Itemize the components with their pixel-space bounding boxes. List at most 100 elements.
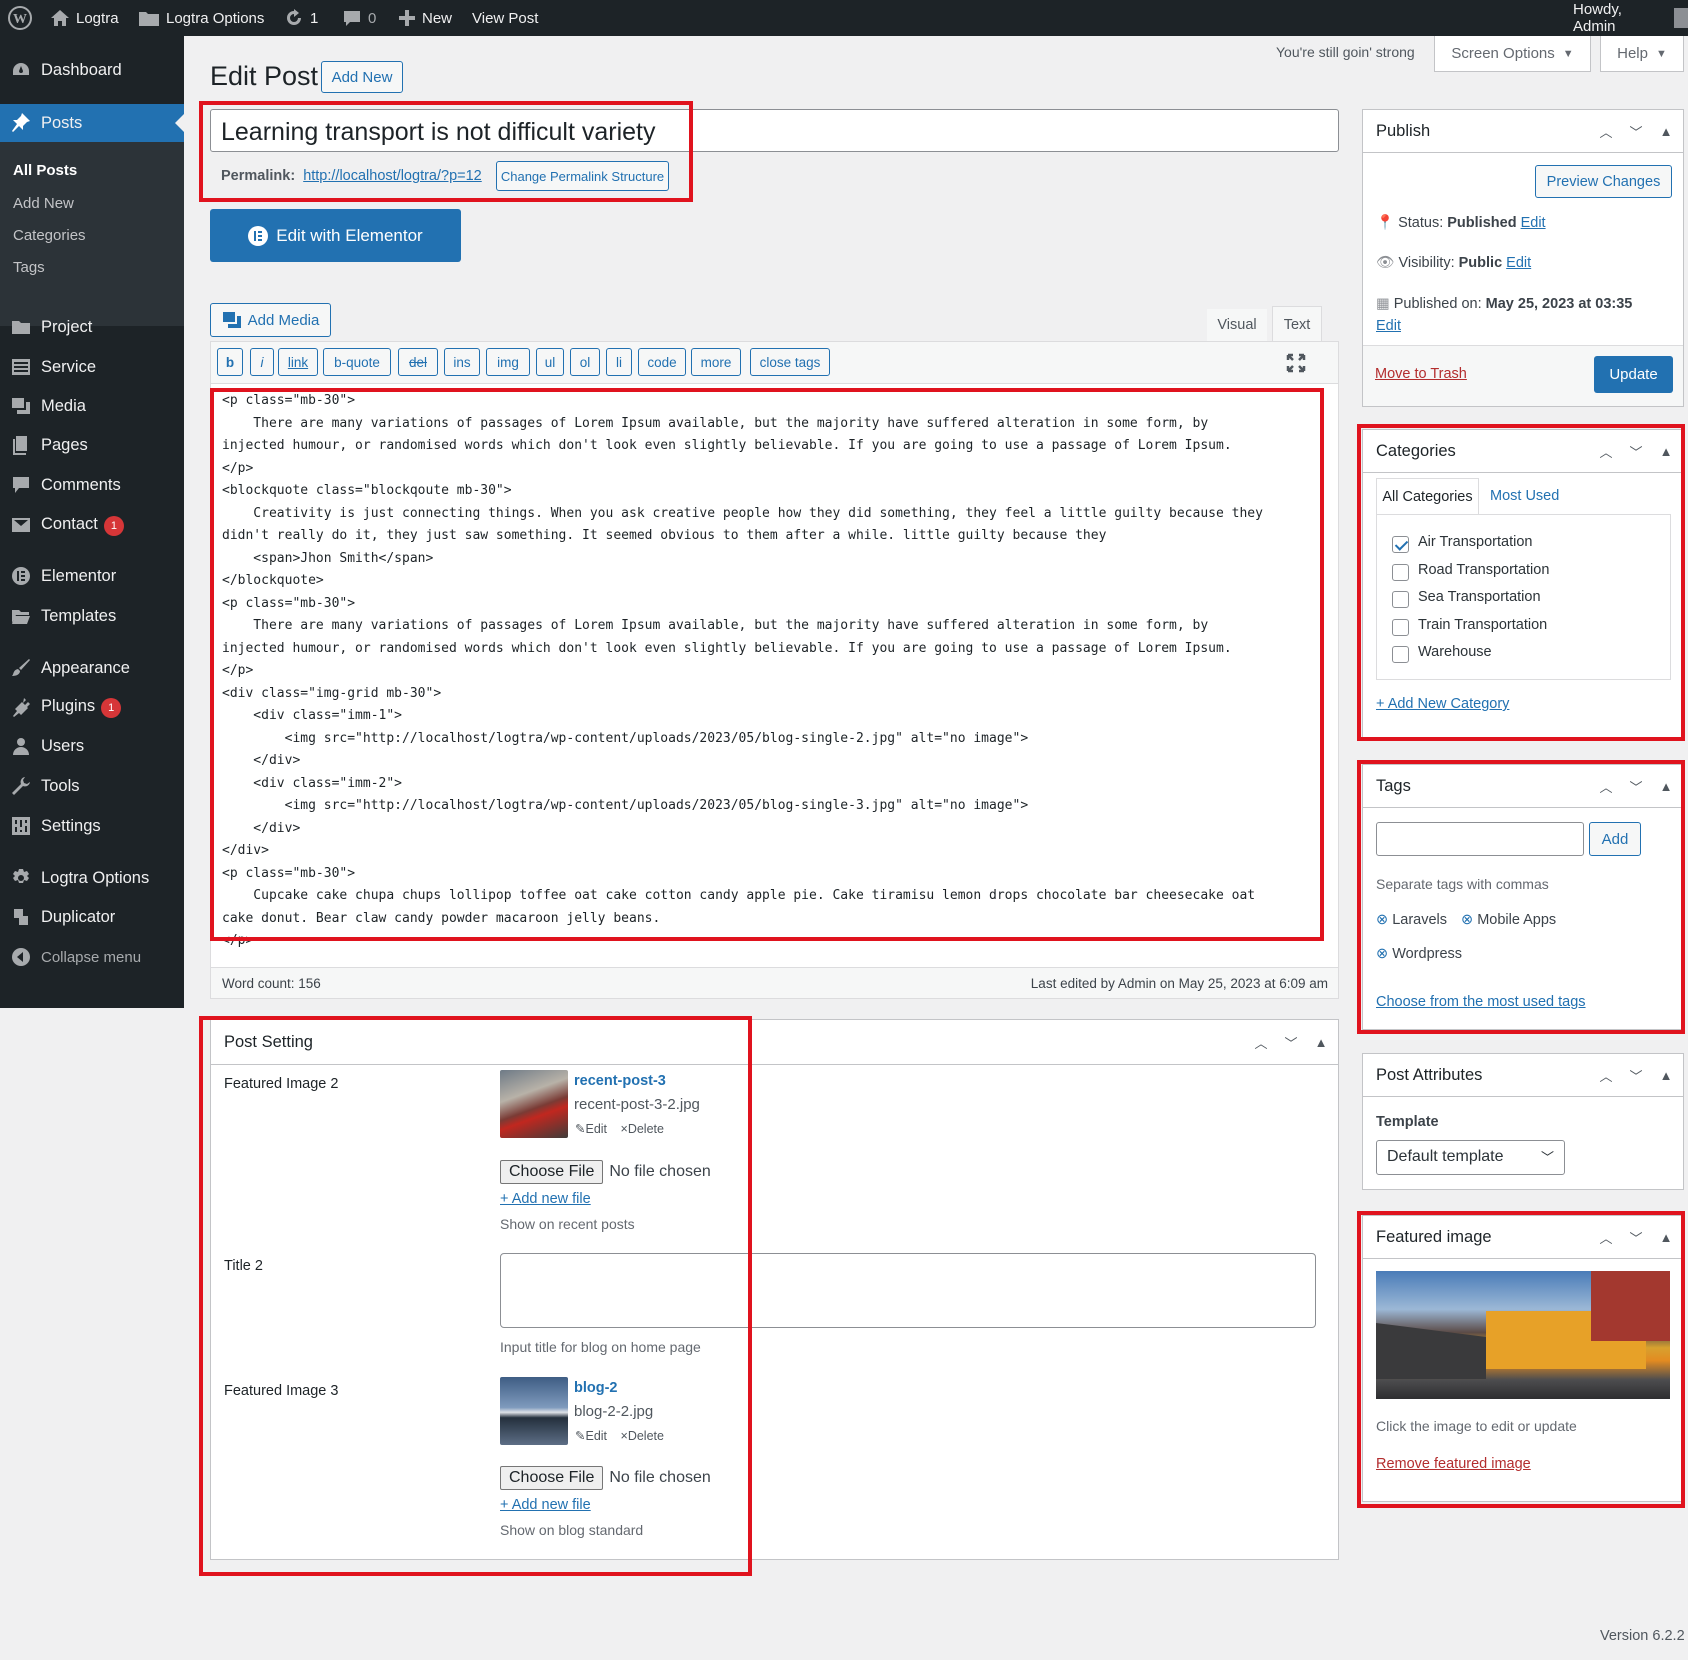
menu-pages[interactable]: Pages — [0, 427, 184, 463]
comment-icon — [13, 477, 29, 493]
menu-project[interactable]: Project — [0, 309, 184, 345]
menu-plugins[interactable]: Plugins 1 — [0, 689, 184, 725]
menu-label: Logtra Options — [41, 868, 150, 887]
calendar-icon: ▦ — [1376, 296, 1390, 312]
site-name-link[interactable]: Logtra — [50, 0, 119, 36]
fullscreen-icon[interactable] — [1285, 352, 1307, 374]
envelope-icon — [12, 518, 30, 532]
logtra-options-link[interactable]: Logtra Options — [138, 0, 264, 36]
submenu-categories[interactable]: Categories — [13, 227, 86, 244]
menu-tools[interactable]: Tools — [0, 768, 184, 804]
edit-with-elementor-button[interactable]: Edit with Elementor — [210, 209, 461, 262]
visibility-row: 👁 Visibility: Public Edit — [1376, 254, 1531, 271]
template-select[interactable]: Default template ﹀ — [1376, 1140, 1565, 1175]
toggle-panel-icon[interactable]: ▲ — [1657, 124, 1675, 139]
logtra-options-label: Logtra Options — [166, 9, 265, 27]
highlight-box — [210, 388, 1324, 941]
comments-link[interactable]: 0 — [342, 0, 376, 36]
tab-text[interactable]: Text — [1272, 306, 1322, 342]
preview-changes-button[interactable]: Preview Changes — [1535, 165, 1672, 198]
updates-link[interactable]: 1 — [284, 0, 318, 36]
menu-label: Comments — [41, 475, 121, 494]
menu-comments[interactable]: Comments — [0, 467, 184, 503]
menu-label: Settings — [41, 816, 101, 835]
menu-dashboard[interactable]: Dashboard — [0, 52, 184, 88]
list-icon — [12, 359, 30, 375]
page-title: Edit Post — [210, 61, 319, 91]
menu-users[interactable]: Users — [0, 728, 184, 764]
submenu-tags[interactable]: Tags — [13, 259, 45, 276]
updates-count: 1 — [310, 9, 319, 27]
add-media-label: Add Media — [247, 311, 320, 329]
menu-logtra-options[interactable]: Logtra Options — [0, 860, 184, 896]
settings-sliders-icon — [12, 817, 30, 835]
menu-service[interactable]: Service — [0, 349, 184, 385]
screen-options-button[interactable]: Screen Options ▼ — [1434, 36, 1591, 72]
wordpress-logo-icon[interactable]: W — [8, 0, 32, 36]
current-menu-arrow — [175, 114, 184, 132]
highlight-box — [199, 1016, 752, 1576]
move-down-icon[interactable]: ﹀ — [1627, 122, 1645, 141]
elementor-button-label: Edit with Elementor — [276, 225, 423, 245]
menu-posts[interactable]: Posts — [0, 104, 184, 142]
submenu-all-posts[interactable]: All Posts — [13, 162, 77, 179]
edit-status-link[interactable]: Edit — [1521, 215, 1546, 231]
menu-templates[interactable]: Templates — [0, 598, 184, 634]
eye-icon: 👁 — [1376, 255, 1395, 271]
contact-count-badge: 1 — [103, 515, 124, 536]
view-post-link[interactable]: View Post — [472, 0, 538, 36]
toggle-panel-icon[interactable]: ▲ — [1657, 1068, 1675, 1083]
post-attributes-header: Post Attributes ︿ ﹀ ▲ — [1363, 1054, 1683, 1097]
menu-settings[interactable]: Settings — [0, 808, 184, 844]
svg-text:W: W — [13, 12, 27, 27]
submenu-add-new[interactable]: Add New — [13, 195, 74, 212]
menu-contact[interactable]: Contact 1 — [0, 507, 184, 543]
elementor-icon — [248, 225, 269, 246]
version-text: Version 6.2.2 — [1600, 1628, 1685, 1644]
menu-elementor[interactable]: Elementor — [0, 558, 184, 594]
move-down-icon[interactable]: ﹀ — [1627, 1066, 1645, 1085]
quicktag-ol-button[interactable]: ol — [570, 348, 600, 376]
publish-title: Publish — [1376, 121, 1431, 140]
add-media-button[interactable]: Add Media — [210, 303, 331, 337]
edit-visibility-link[interactable]: Edit — [1506, 255, 1531, 271]
paintbrush-icon — [12, 659, 30, 676]
quicktag-del-button[interactable]: del — [398, 348, 438, 376]
menu-label: Dashboard — [41, 60, 122, 79]
posts-submenu: All Posts Add New Categories Tags — [0, 142, 184, 326]
quicktag-ins-button[interactable]: ins — [444, 348, 480, 376]
move-up-icon[interactable]: ︿ — [1597, 1066, 1615, 1085]
move-to-trash-link[interactable]: Move to Trash — [1375, 366, 1467, 382]
collapse-menu-button[interactable]: Collapse menu — [0, 939, 184, 975]
help-button[interactable]: Help ▼ — [1600, 36, 1684, 72]
menu-media[interactable]: Media — [0, 388, 184, 424]
menu-appearance[interactable]: Appearance — [0, 650, 184, 686]
quicktag-code-button[interactable]: code — [638, 348, 686, 376]
toggle-panel-icon[interactable]: ▲ — [1312, 1035, 1330, 1050]
quicktag-more-button[interactable]: more — [691, 348, 741, 376]
highlight-box — [1357, 424, 1685, 741]
elementor-icon — [12, 567, 30, 585]
menu-label: Plugins — [41, 696, 96, 715]
menu-label: Posts — [41, 113, 83, 132]
quicktag-close-tags-button[interactable]: close tags — [750, 348, 830, 376]
quicktag-i-button[interactable]: i — [250, 348, 274, 376]
menu-label: Duplicator — [41, 907, 116, 926]
my-account-link[interactable]: Howdy, Admin — [1573, 0, 1688, 36]
quicktag-img-button[interactable]: img — [486, 348, 530, 376]
quicktag-b-quote-button[interactable]: b-quote — [323, 348, 391, 376]
new-content-link[interactable]: New — [398, 0, 452, 36]
add-new-post-button[interactable]: Add New — [321, 61, 403, 93]
menu-duplicator[interactable]: Duplicator — [0, 899, 184, 935]
edit-date-link[interactable]: Edit — [1376, 318, 1401, 334]
quicktag-link-button[interactable]: link — [278, 348, 318, 376]
tab-visual[interactable]: Visual — [1207, 309, 1267, 341]
quicktag-ul-button[interactable]: ul — [536, 348, 564, 376]
visibility-label: Visibility: — [1398, 255, 1455, 271]
move-down-icon[interactable]: ﹀ — [1282, 1033, 1300, 1052]
quicktag-b-button[interactable]: b — [217, 348, 243, 376]
move-up-icon[interactable]: ︿ — [1597, 122, 1615, 141]
update-button[interactable]: Update — [1594, 356, 1673, 393]
move-up-icon[interactable]: ︿ — [1252, 1033, 1270, 1052]
quicktag-li-button[interactable]: li — [606, 348, 632, 376]
